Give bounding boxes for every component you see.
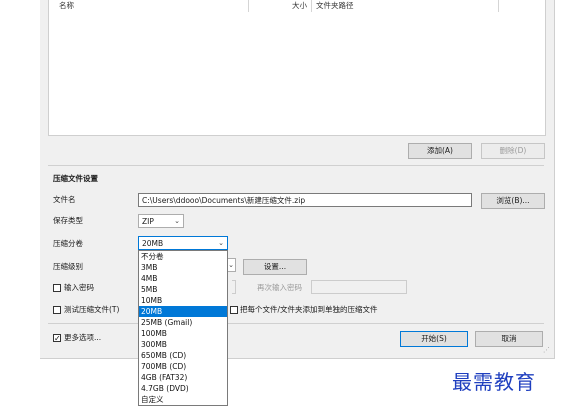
divider [48, 165, 544, 166]
checkmark-icon: ✓ [54, 334, 61, 343]
test-label[interactable]: 测试压缩文件(T) [64, 304, 119, 316]
column-divider[interactable] [248, 0, 249, 12]
separate-checkbox[interactable] [230, 306, 238, 314]
resize-grip-icon[interactable]: ⋰ [543, 346, 550, 354]
test-checkbox[interactable] [53, 306, 61, 314]
delete-button[interactable]: 删除(D) [481, 143, 545, 159]
settings-section-title: 压缩文件设置 [53, 174, 98, 183]
password-label[interactable]: 输入密码 [64, 282, 94, 294]
browse-button[interactable]: 浏览(B)... [481, 193, 545, 209]
settings-button[interactable]: 设置... [243, 259, 307, 275]
file-name-label: 文件名 [53, 195, 76, 204]
password-field[interactable] [232, 280, 236, 294]
split-option[interactable]: 不分卷 [139, 251, 227, 262]
split-option[interactable]: 10MB [139, 295, 227, 306]
chevron-down-icon: ⌄ [174, 217, 180, 225]
split-option[interactable]: 3MB [139, 262, 227, 273]
split-option[interactable]: 4.7GB (DVD) [139, 383, 227, 394]
split-option[interactable]: 5MB [139, 284, 227, 295]
split-option[interactable]: 25MB (Gmail) [139, 317, 227, 328]
add-button[interactable]: 添加(A) [408, 143, 472, 159]
split-option[interactable]: 4GB (FAT32) [139, 372, 227, 383]
cancel-button[interactable]: 取消 [475, 331, 543, 347]
split-option[interactable]: 700MB (CD) [139, 361, 227, 372]
file-name-field[interactable]: C:\Users\ddooo\Documents\新建压缩文件.zip [138, 193, 472, 207]
save-type-value: ZIP [142, 217, 154, 226]
split-select[interactable]: 20MB ⌄ [138, 236, 228, 250]
split-option[interactable]: 100MB [139, 328, 227, 339]
column-divider[interactable] [311, 0, 312, 12]
split-label: 压缩分卷 [53, 239, 83, 248]
split-option-selected[interactable]: 20MB [139, 306, 227, 317]
column-divider[interactable] [498, 0, 499, 12]
reenter-password-label: 再次输入密码 [257, 283, 302, 292]
split-value: 20MB [142, 239, 164, 248]
chevron-down-icon: ⌄ [218, 239, 224, 247]
reenter-password-field[interactable] [311, 280, 407, 294]
split-dropdown-list[interactable]: 不分卷 3MB 4MB 5MB 10MB 20MB 25MB (Gmail) 1… [138, 250, 228, 406]
save-type-select[interactable]: ZIP ⌄ [138, 214, 184, 228]
save-type-label: 保存类型 [53, 216, 83, 225]
column-header-path[interactable]: 文件夹路径 [316, 0, 354, 12]
column-header-size[interactable]: 大小 [292, 0, 307, 12]
column-header-name[interactable]: 名称 [59, 0, 74, 12]
split-option[interactable]: 300MB [139, 339, 227, 350]
level-label: 压缩级别 [53, 262, 83, 271]
split-option[interactable]: 650MB (CD) [139, 350, 227, 361]
file-list[interactable]: 名称 大小 文件夹路径 [48, 0, 546, 136]
divider [48, 323, 544, 324]
watermark-text: 最需教育 [452, 370, 536, 394]
split-option[interactable]: 自定义 [139, 394, 227, 405]
separate-label[interactable]: 把每个文件/文件夹添加到单独的压缩文件 [240, 304, 378, 316]
more-options-label[interactable]: 更多选项... [64, 332, 101, 344]
chevron-down-icon: ⌄ [228, 261, 234, 269]
start-button[interactable]: 开始(S) [400, 331, 468, 347]
more-options-checkbox[interactable]: ✓ [53, 334, 61, 343]
password-checkbox[interactable] [53, 284, 61, 292]
split-option[interactable]: 4MB [139, 273, 227, 284]
